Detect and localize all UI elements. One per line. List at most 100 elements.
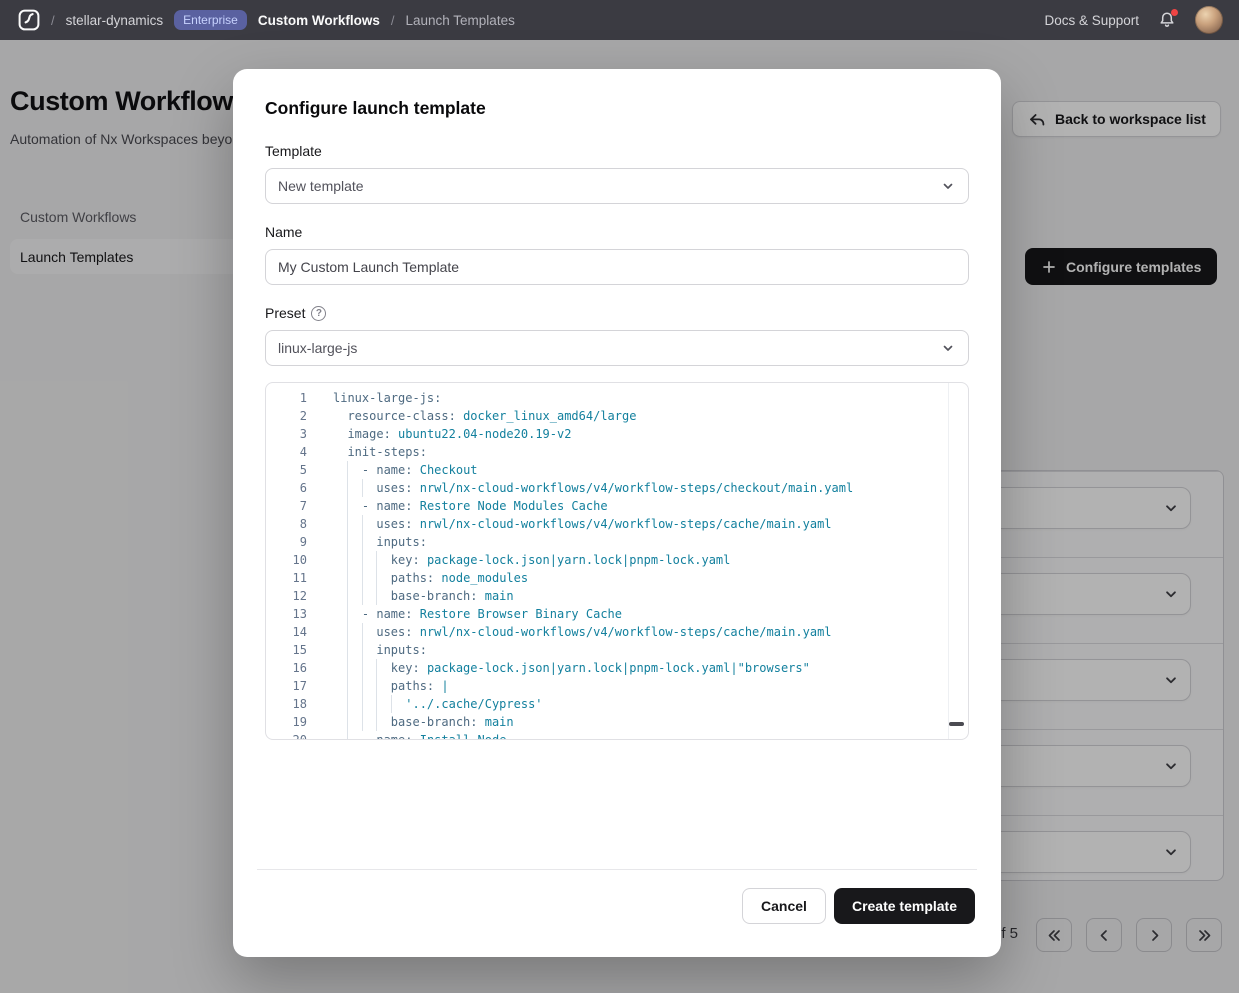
code-line: 13 - name: Restore Browser Binary Cache <box>266 605 968 623</box>
code-line: 1linux-large-js: <box>266 389 968 407</box>
line-number: 13 <box>266 605 307 623</box>
indent-guide <box>376 677 377 695</box>
indent-guide <box>347 497 348 515</box>
docs-support-link[interactable]: Docs & Support <box>1044 13 1139 28</box>
indent-guide <box>347 641 348 659</box>
indent-guide <box>376 659 377 677</box>
indent-guide <box>347 623 348 641</box>
indent-guide <box>347 731 348 740</box>
notification-dot <box>1171 9 1178 16</box>
breadcrumb-separator: / <box>51 13 55 28</box>
indent-guide <box>347 587 348 605</box>
template-select-value: New template <box>278 178 364 194</box>
preset-help-icon[interactable]: ? <box>311 306 326 321</box>
indent-guide <box>362 587 363 605</box>
indent-guide <box>362 659 363 677</box>
indent-guide <box>362 713 363 731</box>
code-line: 12 base-branch: main <box>266 587 968 605</box>
name-field-label: Name <box>265 224 969 241</box>
code-line: 16 key: package-lock.json|yarn.lock|pnpm… <box>266 659 968 677</box>
line-number: 19 <box>266 713 307 731</box>
name-input[interactable] <box>265 249 969 285</box>
modal-title: Configure launch template <box>265 98 969 119</box>
indent-guide <box>362 551 363 569</box>
app-screen: / stellar-dynamics Enterprise Custom Wor… <box>0 0 1239 993</box>
line-number: 4 <box>266 443 307 461</box>
preset-select-value: linux-large-js <box>278 340 357 356</box>
breadcrumb-section[interactable]: Custom Workflows <box>258 13 380 28</box>
code-line: 15 inputs: <box>266 641 968 659</box>
line-number: 5 <box>266 461 307 479</box>
indent-guide <box>362 677 363 695</box>
line-number: 15 <box>266 641 307 659</box>
chevron-down-icon <box>940 340 956 356</box>
breadcrumb-workspace[interactable]: stellar-dynamics <box>66 13 164 28</box>
indent-guide <box>347 569 348 587</box>
line-number: 1 <box>266 389 307 407</box>
line-number: 6 <box>266 479 307 497</box>
indent-guide <box>347 713 348 731</box>
breadcrumb-separator: / <box>391 13 395 28</box>
indent-guide <box>376 551 377 569</box>
code-line: 19 base-branch: main <box>266 713 968 731</box>
enterprise-badge: Enterprise <box>174 10 247 30</box>
modal-footer-divider <box>257 869 977 870</box>
template-select[interactable]: New template <box>265 168 969 204</box>
modal-footer: Cancel Create template <box>742 888 975 924</box>
indent-guide <box>376 695 377 713</box>
preset-label-text: Preset <box>265 305 305 322</box>
line-number: 14 <box>266 623 307 641</box>
indent-guide <box>347 461 348 479</box>
line-number: 2 <box>266 407 307 425</box>
indent-guide <box>362 695 363 713</box>
indent-guide <box>347 515 348 533</box>
indent-guide <box>391 695 392 713</box>
code-line: 18 '../.cache/Cypress' <box>266 695 968 713</box>
configure-launch-template-modal: Configure launch template Template New t… <box>233 69 1001 957</box>
preset-field-label: Preset ? <box>265 305 969 322</box>
indent-guide <box>347 695 348 713</box>
code-line: 9 inputs: <box>266 533 968 551</box>
code-line: 4 init-steps: <box>266 443 968 461</box>
code-line: 20 - name: Install Node <box>266 731 968 740</box>
nx-cloud-logo-icon[interactable] <box>18 9 40 31</box>
code-line: 5 - name: Checkout <box>266 461 968 479</box>
indent-guide <box>347 551 348 569</box>
template-field-label: Template <box>265 143 969 160</box>
code-line: 8 uses: nrwl/nx-cloud-workflows/v4/workf… <box>266 515 968 533</box>
line-number: 18 <box>266 695 307 713</box>
code-line: 7 - name: Restore Node Modules Cache <box>266 497 968 515</box>
line-number: 9 <box>266 533 307 551</box>
indent-guide <box>347 479 348 497</box>
code-line: 11 paths: node_modules <box>266 569 968 587</box>
code-line: 10 key: package-lock.json|yarn.lock|pnpm… <box>266 551 968 569</box>
breadcrumb-page[interactable]: Launch Templates <box>406 13 515 28</box>
indent-guide <box>362 479 363 497</box>
line-number: 12 <box>266 587 307 605</box>
line-number: 16 <box>266 659 307 677</box>
indent-guide <box>347 659 348 677</box>
indent-guide <box>347 677 348 695</box>
indent-guide <box>362 569 363 587</box>
line-number: 10 <box>266 551 307 569</box>
indent-guide <box>362 641 363 659</box>
indent-guide <box>347 605 348 623</box>
indent-guide <box>362 533 363 551</box>
code-line: 2 resource-class: docker_linux_amd64/lar… <box>266 407 968 425</box>
indent-guide <box>376 569 377 587</box>
line-number: 7 <box>266 497 307 515</box>
top-navbar: / stellar-dynamics Enterprise Custom Wor… <box>0 0 1239 40</box>
code-line: 14 uses: nrwl/nx-cloud-workflows/v4/work… <box>266 623 968 641</box>
user-avatar[interactable] <box>1195 6 1223 34</box>
notifications-button[interactable] <box>1158 11 1176 29</box>
code-editor[interactable]: 1linux-large-js:2 resource-class: docker… <box>265 382 969 740</box>
code-line: 3 image: ubuntu22.04-node20.19-v2 <box>266 425 968 443</box>
cancel-button[interactable]: Cancel <box>742 888 826 924</box>
create-template-button[interactable]: Create template <box>834 888 975 924</box>
line-number: 17 <box>266 677 307 695</box>
indent-guide <box>347 533 348 551</box>
preset-select[interactable]: linux-large-js <box>265 330 969 366</box>
code-line: 6 uses: nrwl/nx-cloud-workflows/v4/workf… <box>266 479 968 497</box>
line-number: 20 <box>266 731 307 740</box>
chevron-down-icon <box>940 178 956 194</box>
